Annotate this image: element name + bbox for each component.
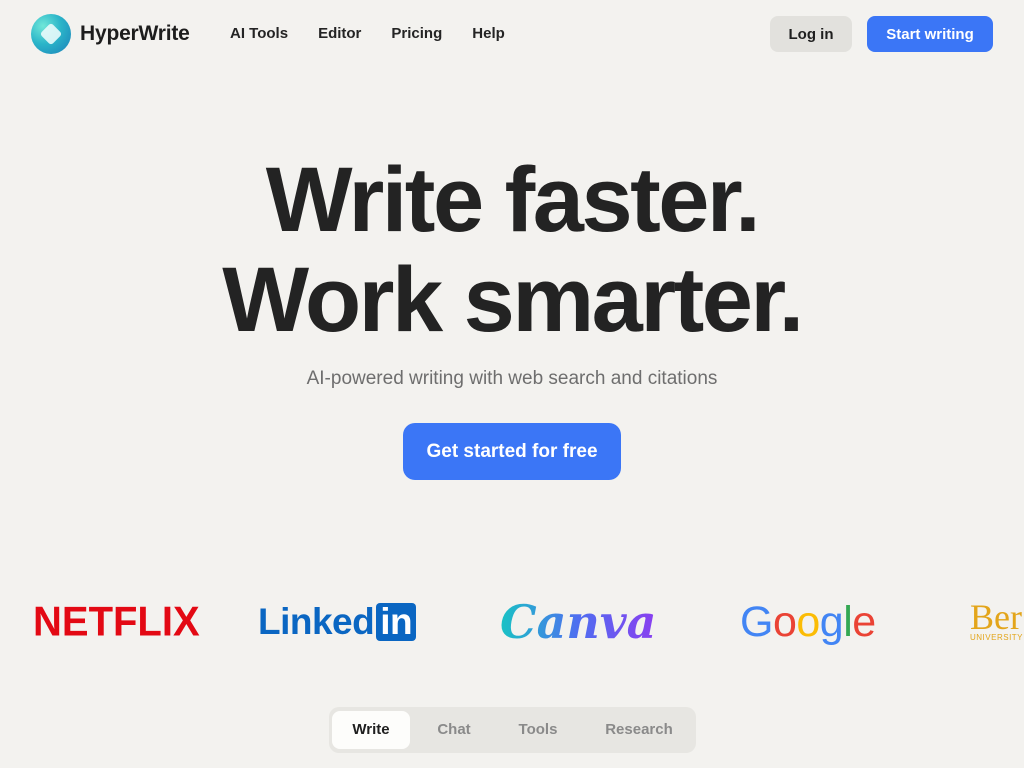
google-logo: Google bbox=[740, 594, 876, 650]
get-started-button[interactable]: Get started for free bbox=[403, 423, 621, 480]
main-nav: AI Tools Editor Pricing Help bbox=[230, 24, 535, 44]
google-letter: o bbox=[796, 597, 820, 646]
tab-write[interactable]: Write bbox=[332, 711, 410, 749]
feature-tabs: Write Chat Tools Research bbox=[329, 707, 696, 753]
brand-name: HyperWrite bbox=[80, 22, 190, 45]
tab-research[interactable]: Research bbox=[587, 711, 691, 749]
start-writing-button[interactable]: Start writing bbox=[867, 16, 993, 52]
canva-logo: Canva bbox=[500, 594, 656, 650]
berkeley-logo: Ber UNIVERSITY bbox=[970, 594, 1024, 650]
hero-headline-line-2: Work smarter. bbox=[222, 249, 804, 351]
netflix-logo: NETFLIX bbox=[33, 593, 200, 652]
page: HyperWrite AI Tools Editor Pricing Help … bbox=[0, 0, 1024, 768]
brand-link[interactable]: HyperWrite bbox=[31, 14, 190, 54]
tab-chat[interactable]: Chat bbox=[418, 711, 490, 749]
nav-editor[interactable]: Editor bbox=[318, 24, 361, 44]
hyperwrite-logo-icon bbox=[31, 14, 71, 54]
top-navigation: HyperWrite AI Tools Editor Pricing Help … bbox=[0, 0, 1024, 68]
netflix-logo-text: NETFLIX bbox=[33, 598, 200, 645]
linkedin-in-box: in bbox=[376, 603, 417, 641]
google-letter: o bbox=[772, 597, 797, 646]
linkedin-logo-text: Linked bbox=[258, 601, 375, 642]
google-letter: e bbox=[852, 597, 876, 646]
tab-tools[interactable]: Tools bbox=[500, 711, 576, 749]
canva-logo-text: Canva bbox=[500, 595, 657, 649]
google-letter: G bbox=[740, 597, 773, 646]
google-letter: l bbox=[843, 597, 853, 646]
hero-subtitle: AI-powered writing with web search and c… bbox=[306, 368, 718, 389]
berkeley-logo-text: Ber bbox=[970, 597, 1022, 637]
hero-headline-line-1: Write faster. bbox=[265, 149, 761, 251]
nav-help[interactable]: Help bbox=[472, 24, 505, 44]
login-button[interactable]: Log in bbox=[770, 16, 852, 52]
nav-ai-tools[interactable]: AI Tools bbox=[230, 24, 288, 44]
nav-pricing[interactable]: Pricing bbox=[391, 24, 442, 44]
linkedin-logo: Linked in bbox=[258, 594, 417, 650]
google-letter: g bbox=[819, 597, 844, 646]
berkeley-logo-subtext: UNIVERSITY bbox=[970, 633, 1024, 642]
